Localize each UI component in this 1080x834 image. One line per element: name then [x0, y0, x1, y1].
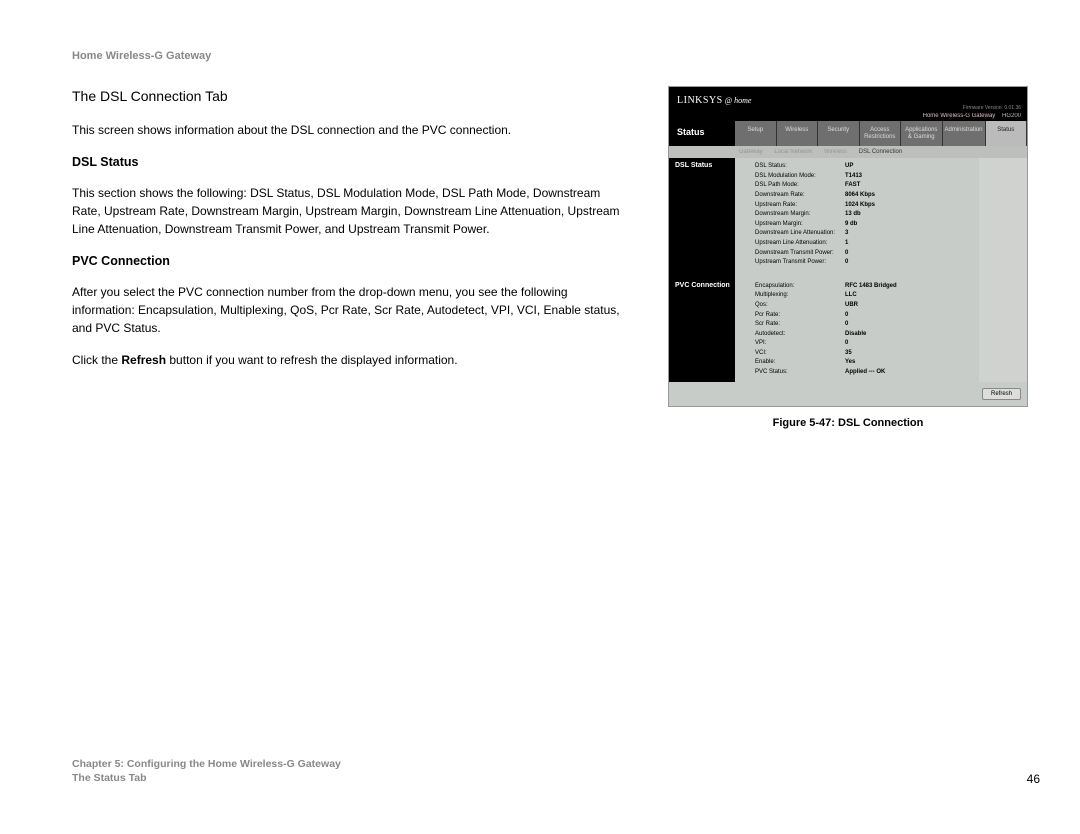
page-footer: Chapter 5: Configuring the Home Wireless…: [72, 757, 1040, 786]
left-pvc-connection: PVC Connection: [669, 278, 735, 293]
doc-header: Home Wireless-G Gateway: [72, 50, 1040, 62]
dsl-status-body: This section shows the following: DSL St…: [72, 184, 632, 238]
router-admin-screenshot: LINKSYS @ home Firmware Version: 0.01.36…: [668, 86, 1028, 407]
pvc-fields: Encapsulation:RFC 1483 Bridged Multiplex…: [755, 282, 975, 378]
help-column: [979, 158, 1027, 381]
subtab-gateway[interactable]: Gateway: [739, 149, 763, 155]
model-bar: Home Wireless-G Gateway HG200: [669, 113, 1027, 121]
left-dsl-status: DSL Status: [669, 158, 735, 173]
linksys-logo: LINKSYS: [677, 95, 723, 106]
subtab-local[interactable]: Local Network: [774, 149, 812, 155]
subtab-wireless[interactable]: Wireless: [824, 149, 847, 155]
sub-tabs: Gateway Local Network Wireless DSL Conne…: [669, 146, 1027, 158]
text-column: The DSL Connection Tab This screen shows…: [72, 86, 632, 383]
tab-security[interactable]: Security: [818, 121, 860, 146]
dsl-status-heading: DSL Status: [72, 153, 632, 172]
subtab-dsl[interactable]: DSL Connection: [859, 149, 902, 155]
footer-chapter: Chapter 5: Configuring the Home Wireless…: [72, 757, 341, 772]
dsl-fields: DSL Status:UP DSL Modulation Mode:T1413 …: [755, 162, 975, 268]
status-title: Status: [669, 121, 735, 146]
footer-subsection: The Status Tab: [72, 771, 341, 786]
tab-access[interactable]: Access Restrictions: [860, 121, 902, 146]
refresh-instruction: Click the Refresh button if you want to …: [72, 351, 632, 369]
intro-paragraph: This screen shows information about the …: [72, 121, 632, 139]
tab-setup[interactable]: Setup: [735, 121, 777, 146]
home-sublogo: @ home: [725, 96, 752, 105]
figure-column: LINKSYS @ home Firmware Version: 0.01.36…: [668, 86, 1028, 429]
tab-wireless[interactable]: Wireless: [777, 121, 819, 146]
tab-apps[interactable]: Applications & Gaming: [901, 121, 943, 146]
firmware-version: Firmware Version: 0.01.36: [963, 105, 1021, 111]
tab-status[interactable]: Status: [986, 121, 1028, 146]
figure-caption: Figure 5-47: DSL Connection: [668, 417, 1028, 429]
refresh-button[interactable]: Refresh: [982, 388, 1021, 400]
router-header: LINKSYS @ home Firmware Version: 0.01.36: [669, 87, 1027, 113]
tab-admin[interactable]: Administration: [943, 121, 986, 146]
page-title: The DSL Connection Tab: [72, 86, 632, 107]
main-tabs: Status Setup Wireless Security Access Re…: [669, 121, 1027, 146]
pvc-connection-heading: PVC Connection: [72, 252, 632, 271]
pvc-connection-body: After you select the PVC connection numb…: [72, 283, 632, 337]
page-number: 46: [1027, 772, 1040, 786]
